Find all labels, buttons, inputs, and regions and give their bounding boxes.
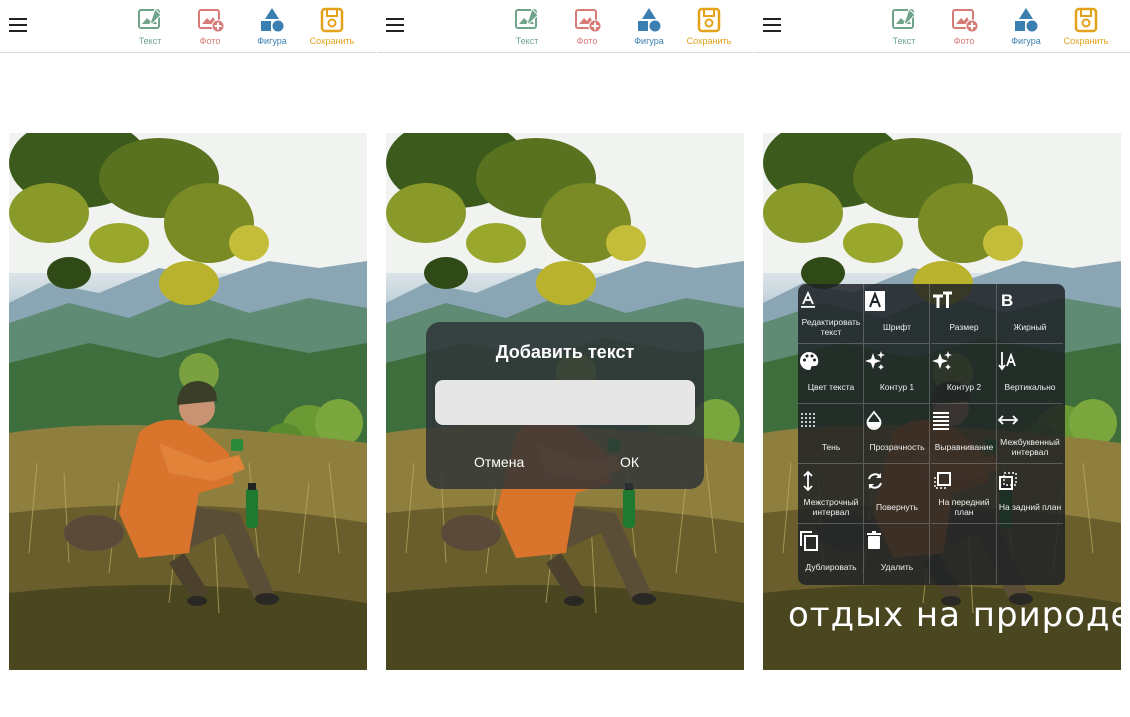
add-photo-icon <box>575 9 601 33</box>
duplicate-icon <box>800 531 818 551</box>
bold-icon: B <box>1001 291 1013 310</box>
text-options-menu: Редактировать текст Шрифт Размер B Жирны… <box>798 284 1065 585</box>
menu-rotate[interactable]: Повернуть <box>864 464 930 524</box>
menu-font[interactable]: Шрифт <box>864 284 930 344</box>
toolbar: Текст Фото Фигура Сохранить <box>377 0 753 53</box>
add-photo-icon <box>952 9 978 33</box>
save-button[interactable]: Сохранить <box>1056 6 1116 48</box>
menu-shadow[interactable]: Тень <box>798 404 864 464</box>
menu-hamburger-icon[interactable] <box>385 14 407 36</box>
menu-letter-spacing[interactable]: Межбуквенный интервал <box>997 404 1063 464</box>
add-text-label: Текст <box>138 36 162 46</box>
add-text-button[interactable]: Текст <box>874 6 934 48</box>
cancel-button[interactable]: Отмена <box>466 450 532 474</box>
add-photo-label: Фото <box>576 36 598 46</box>
menu-opacity[interactable]: Прозрачность <box>864 404 930 464</box>
shapes-icon <box>1015 8 1038 32</box>
sparkle-icon <box>865 351 885 370</box>
add-photo-label: Фото <box>199 36 221 46</box>
add-text-icon <box>515 8 539 29</box>
panel-editor-1: Текст Фото Фигура Сохранить <box>0 0 376 717</box>
vertical-text-icon <box>998 352 1016 371</box>
edit-text-icon <box>801 290 815 308</box>
text-input[interactable] <box>435 380 695 425</box>
menu-edit-text[interactable]: Редактировать текст <box>798 284 864 344</box>
add-text-icon <box>892 8 916 29</box>
add-shape-label: Фигура <box>1011 36 1041 46</box>
menu-send-back[interactable]: На задний план <box>997 464 1063 524</box>
add-text-dialog: Добавить текст Отмена ОК <box>426 322 704 489</box>
menu-vertical[interactable]: Вертикально <box>997 344 1063 404</box>
font-icon <box>864 290 886 312</box>
save-label: Сохранить <box>686 36 732 46</box>
menu-outline-2[interactable]: Контур 2 <box>931 344 997 404</box>
svg-text:B: B <box>1001 291 1013 310</box>
menu-outline-1[interactable]: Контур 1 <box>864 344 930 404</box>
add-shape-label: Фигура <box>634 36 664 46</box>
toolbar: Текст Фото Фигура Сохранить <box>0 0 376 53</box>
menu-delete[interactable]: Удалить <box>864 524 930 584</box>
shadow-icon <box>801 413 815 427</box>
menu-text-color[interactable]: Цвет текста <box>798 344 864 404</box>
canvas-photo[interactable] <box>9 133 367 670</box>
align-icon <box>933 412 949 430</box>
add-shape-button[interactable]: Фигура <box>619 6 679 48</box>
menu-hamburger-icon[interactable] <box>8 14 30 36</box>
menu-size[interactable]: Размер <box>931 284 997 344</box>
letter-spacing-icon <box>997 415 1019 425</box>
rotate-icon <box>868 473 882 489</box>
sparkle-icon <box>932 351 952 370</box>
canvas-photo[interactable]: Добавить текст Отмена ОК <box>386 133 744 670</box>
save-icon <box>320 7 344 33</box>
save-label: Сохранить <box>309 36 355 46</box>
add-shape-label: Фигура <box>257 36 287 46</box>
add-shape-button[interactable]: Фигура <box>996 6 1056 48</box>
panel-editor-3: Текст Фото Фигура Сохранить Редактироват… <box>754 0 1130 717</box>
canvas-overlay-text[interactable]: отдых на природе <box>788 595 1121 635</box>
menu-bold[interactable]: B Жирный <box>997 284 1063 344</box>
add-text-label: Текст <box>892 36 916 46</box>
palette-icon <box>800 351 819 370</box>
ok-button[interactable]: ОК <box>612 450 647 474</box>
panel-editor-2: Текст Фото Фигура Сохранить Добавить тек… <box>377 0 753 717</box>
save-button[interactable]: Сохранить <box>679 6 739 48</box>
add-photo-button[interactable]: Фото <box>180 6 240 48</box>
canvas-photo[interactable]: Редактировать текст Шрифт Размер B Жирны… <box>763 133 1121 670</box>
save-icon <box>697 7 721 33</box>
add-text-button[interactable]: Текст <box>497 6 557 48</box>
save-icon <box>1074 7 1098 33</box>
send-back-icon <box>999 472 1017 490</box>
add-photo-label: Фото <box>953 36 975 46</box>
add-text-button[interactable]: Текст <box>120 6 180 48</box>
menu-line-spacing[interactable]: Межстрочный интервал <box>798 464 864 524</box>
line-spacing-icon <box>803 470 813 492</box>
add-text-label: Текст <box>515 36 539 46</box>
add-text-icon <box>138 8 162 29</box>
dialog-title: Добавить текст <box>495 342 635 362</box>
text-size-icon <box>933 291 952 308</box>
menu-align[interactable]: Выравнивание <box>931 404 997 464</box>
shapes-icon <box>638 8 661 32</box>
shapes-icon <box>261 8 284 32</box>
toolbar: Текст Фото Фигура Сохранить <box>754 0 1130 53</box>
save-button[interactable]: Сохранить <box>302 6 362 48</box>
add-photo-button[interactable]: Фото <box>557 6 617 48</box>
add-photo-icon <box>198 9 224 33</box>
menu-hamburger-icon[interactable] <box>762 14 784 36</box>
menu-duplicate[interactable]: Дублировать <box>798 524 864 584</box>
add-photo-button[interactable]: Фото <box>934 6 994 48</box>
menu-empty-cell <box>931 524 997 584</box>
save-label: Сохранить <box>1063 36 1109 46</box>
menu-bring-front[interactable]: На передний план <box>931 464 997 524</box>
delete-icon <box>867 531 881 549</box>
bring-front-icon <box>934 472 951 489</box>
opacity-icon <box>866 410 882 430</box>
add-shape-button[interactable]: Фигура <box>242 6 302 48</box>
